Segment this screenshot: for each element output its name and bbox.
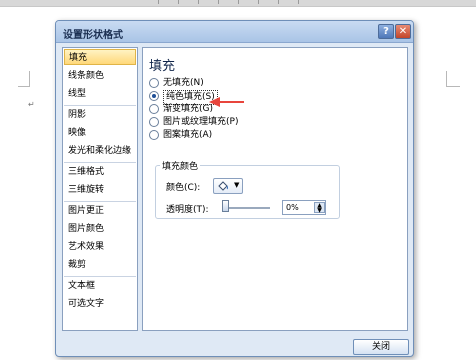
nav-item-picture-corrections[interactable]: 图片更正 [64, 203, 136, 219]
color-label: 颜色(C): [166, 183, 201, 193]
close-icon[interactable]: ✕ [395, 24, 411, 39]
nav-divider [64, 162, 136, 163]
spin-down-icon[interactable]: ▼ [317, 207, 322, 214]
paragraph-mark: ↵ [28, 100, 35, 109]
nav-item-line-style[interactable]: 线型 [64, 86, 136, 102]
pattern-fill-radio[interactable] [149, 130, 159, 140]
category-list: 填充 线条颜色 线型 阴影 映像 发光和柔化边缘 三维格式 三维旋转 图片更正 … [62, 47, 138, 331]
nav-item-reflection[interactable]: 映像 [64, 125, 136, 141]
ruler-tick [218, 0, 219, 4]
nav-item-glow-soft-edges[interactable]: 发光和柔化边缘 [64, 143, 136, 159]
fill-color-group: 填充颜色 颜色(C): ▼ 透明度(T): 0% ▲ ▼ [155, 159, 340, 219]
ruler-tick [158, 0, 159, 4]
chevron-down-icon: ▼ [234, 181, 240, 189]
nav-item-crop[interactable]: 裁剪 [64, 257, 136, 273]
color-picker-button[interactable]: ▼ [213, 178, 243, 194]
help-icon[interactable]: ? [378, 24, 394, 39]
transparency-label: 透明度(T): [166, 205, 209, 215]
nav-item-fill[interactable]: 填充 [64, 49, 136, 65]
picture-texture-fill-label: 图片或纹理填充(P) [163, 117, 239, 127]
nav-divider [64, 201, 136, 202]
nav-item-3d-rotation[interactable]: 三维旋转 [64, 182, 136, 198]
paint-bucket-icon [217, 180, 229, 195]
picture-texture-fill-radio[interactable] [149, 117, 159, 127]
nav-item-picture-color[interactable]: 图片颜色 [64, 221, 136, 237]
pattern-fill-label: 图案填充(A) [163, 130, 213, 140]
gradient-fill-radio[interactable] [149, 104, 159, 114]
ruler-tick [298, 0, 299, 4]
ruler-tick [178, 0, 179, 4]
transparency-slider[interactable] [224, 207, 270, 209]
ruler-tick [198, 0, 199, 4]
nav-item-shadow[interactable]: 阴影 [64, 107, 136, 123]
left-crop-mark [18, 71, 30, 87]
nav-divider [64, 105, 136, 106]
dialog-titlebar[interactable]: 设置形状格式 ? ✕ [56, 21, 413, 43]
no-fill-label: 无填充(N) [163, 78, 204, 88]
nav-item-artistic-effects[interactable]: 艺术效果 [64, 239, 136, 255]
nav-item-line-color[interactable]: 线条颜色 [64, 68, 136, 84]
ruler-tick [278, 0, 279, 4]
arrow-annotation [209, 97, 244, 107]
gradient-fill-label: 渐变填充(G) [163, 104, 213, 114]
document-top-area [0, 0, 476, 7]
right-crop-mark [446, 71, 460, 87]
nav-item-3d-format[interactable]: 三维格式 [64, 164, 136, 180]
close-button[interactable]: 关闭 [353, 339, 409, 355]
transparency-value: 0% [286, 203, 299, 212]
panel-heading: 填充 [149, 59, 176, 74]
ruler-tick [238, 0, 239, 4]
nav-divider [64, 276, 136, 277]
transparency-slider-thumb[interactable] [222, 200, 229, 212]
nav-item-alt-text[interactable]: 可选文字 [64, 296, 136, 312]
nav-item-text-box[interactable]: 文本框 [64, 278, 136, 294]
fill-color-group-title: 填充颜色 [160, 159, 201, 172]
format-shape-dialog: 设置形状格式 ? ✕ 填充 线条颜色 线型 阴影 映像 发光和柔化边缘 三维格式… [55, 20, 414, 357]
dialog-title: 设置形状格式 [63, 30, 123, 41]
ruler-tick [258, 0, 259, 4]
fill-panel: 填充 无填充(N) 纯色填充(S) 渐变填充(G) 图片或纹理填充(P) 图案填… [142, 47, 408, 331]
no-fill-radio[interactable] [149, 78, 159, 88]
spin-button[interactable]: ▲ ▼ [314, 202, 325, 214]
solid-fill-radio[interactable] [149, 91, 159, 101]
transparency-input[interactable]: 0% ▲ ▼ [282, 200, 326, 215]
